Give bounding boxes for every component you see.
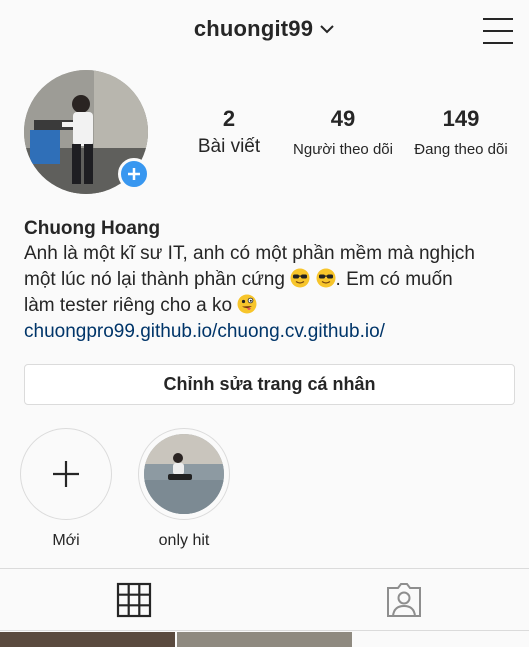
zany-face-emoji-icon [237,294,257,314]
highlight-only-hit[interactable]: only hit [138,428,230,550]
highlight-cover-image [144,434,224,514]
sunglasses-emoji-icon [316,268,336,288]
stat-followers[interactable]: 49 Người theo dõi [288,106,398,158]
post-thumbnail[interactable] [177,632,352,647]
menu-icon[interactable] [483,18,513,44]
bio-line-2: một lúc nó lại thành phần cứng . Em có m… [24,267,524,293]
chevron-down-icon [320,25,334,34]
top-bar: chuongit99 [0,0,529,62]
bio-line-2-text: một lúc nó lại thành phần cứng [24,269,285,290]
post-thumbnail-empty [354,632,529,647]
post-thumbnail[interactable] [0,632,175,647]
highlight-new-circle [20,428,112,520]
followers-label: Người theo dõi [293,141,393,158]
stat-posts[interactable]: 2 Bài viết [190,106,268,158]
bio-line-3-text: làm tester riêng cho a ko [24,295,233,316]
add-story-button[interactable] [118,158,150,190]
tabs-top-divider [0,568,529,569]
highlight-story-label: only hit [158,532,210,549]
full-name: Chuong Hoang [24,218,161,239]
highlight-new[interactable]: Mới [20,428,112,550]
posts-count: 2 [222,106,236,131]
highlight-photo [144,434,224,514]
username-switcher[interactable]: chuongit99 [0,16,529,42]
stat-following[interactable]: 149 Đang theo dõi [406,106,516,158]
bio-line-1: Anh là một kĩ sư IT, anh có một phần mềm… [24,243,475,264]
plus-icon [128,168,140,180]
grid-icon [116,582,152,618]
highlight-new-label: Mới [52,532,80,549]
following-label: Đang theo dõi [414,141,508,158]
tagged-person-icon [387,583,421,617]
profile-link[interactable]: chuongpro99.github.io/chuong.cv.github.i… [24,319,524,345]
tabs-bottom-divider [0,630,529,631]
followers-count: 49 [330,106,356,131]
highlight-ring [138,428,230,520]
sunglasses-emoji-icon [290,268,310,288]
tab-grid[interactable] [114,580,154,620]
plus-icon [53,461,79,487]
profile-stats: 2 Bài viết 49 Người theo dõi 149 Đang th… [180,106,520,166]
username: chuongit99 [193,16,314,41]
tab-tagged[interactable] [384,580,424,620]
posts-label: Bài viết [197,136,261,157]
following-count: 149 [442,106,480,131]
edit-profile-button[interactable]: Chỉnh sửa trang cá nhân [24,364,515,405]
bio-line-2-tail: . Em có muốn [335,269,453,290]
bio-section: Chuong Hoang Anh là một kĩ sư IT, anh có… [24,217,524,345]
posts-grid [0,632,529,647]
bio-line-3: làm tester riêng cho a ko [24,293,524,319]
